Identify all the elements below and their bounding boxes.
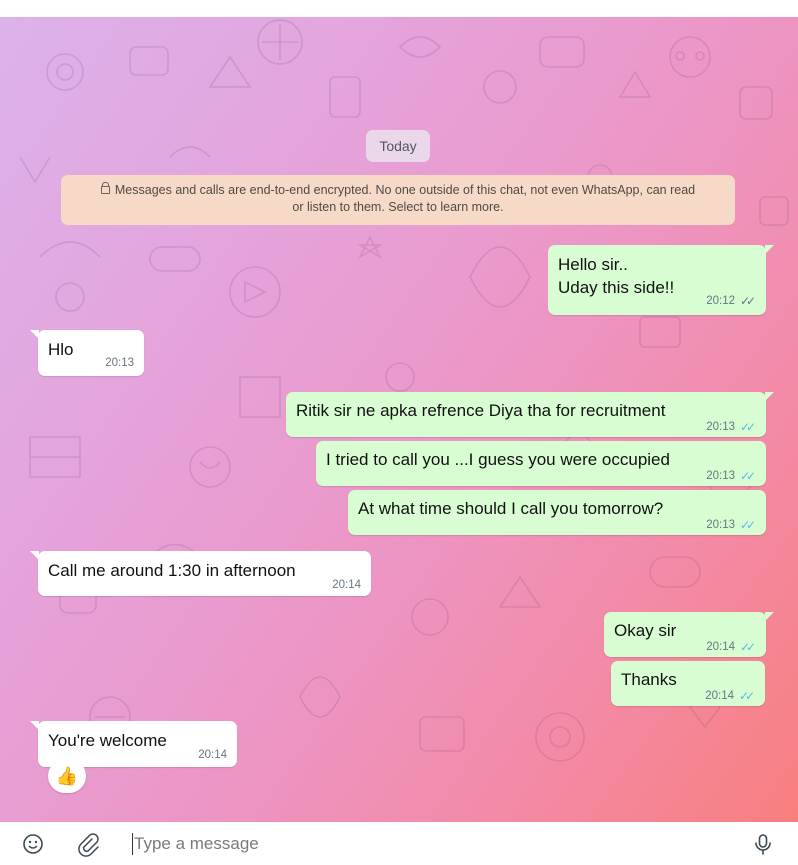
- message-composer: Type a message: [0, 822, 798, 865]
- message-line: Ritik sir ne apka refrence Diya tha for …: [296, 401, 666, 420]
- message-text: You're welcome: [48, 729, 167, 752]
- message-line: Thanks: [621, 670, 677, 689]
- outgoing-message[interactable]: I tried to call you ...I guess you were …: [316, 441, 766, 486]
- message-line: Uday this side!!: [558, 278, 675, 297]
- message-time: 20:13: [706, 421, 735, 433]
- paperclip-icon[interactable]: [75, 831, 101, 857]
- message-time: 20:14: [706, 641, 735, 653]
- encryption-notice[interactable]: Messages and calls are end-to-end encryp…: [61, 175, 735, 225]
- message-meta: 20:13 ✓✓: [706, 420, 756, 434]
- message-text: Ritik sir ne apka refrence Diya tha for …: [296, 399, 665, 422]
- message-text: Hlo: [48, 338, 74, 361]
- message-line: Hlo: [48, 340, 74, 359]
- message-meta: 20:13 ✓✓: [706, 469, 756, 483]
- message-line: You're welcome: [48, 731, 167, 750]
- text-caret: [132, 833, 133, 855]
- message-time: 20:14: [332, 579, 361, 591]
- message-text: I tried to call you ...I guess you were …: [326, 448, 670, 471]
- chat-area[interactable]: Today Messages and calls are end-to-end …: [0, 17, 798, 822]
- thumbs-up-reaction[interactable]: 👍: [48, 759, 86, 793]
- date-separator-label: Today: [379, 138, 417, 154]
- message-time: 20:14: [198, 749, 227, 761]
- message-meta: 20:13: [105, 357, 134, 369]
- microphone-icon[interactable]: [750, 831, 776, 857]
- message-text: At what time should I call you tomorrow?: [358, 497, 663, 520]
- reaction-emoji: 👍: [55, 766, 79, 786]
- message-meta: 20:14 ✓✓: [706, 640, 756, 654]
- read-tick-icon: ✓✓: [740, 469, 756, 483]
- message-input[interactable]: Type a message: [132, 830, 712, 858]
- read-tick-icon: ✓✓: [740, 518, 756, 532]
- message-text: Okay sir: [614, 619, 676, 642]
- outgoing-message[interactable]: Okay sir 20:14 ✓✓: [604, 612, 774, 657]
- message-time: 20:13: [706, 470, 735, 482]
- message-line: At what time should I call you tomorrow?: [358, 499, 664, 518]
- message-time: 20:12: [706, 295, 735, 307]
- lock-icon: [100, 182, 110, 194]
- date-separator: Today: [366, 130, 430, 162]
- read-tick-icon: ✓✓: [740, 640, 756, 654]
- message-line: Call me around 1:30 in afternoon: [48, 561, 296, 580]
- message-text: Hello sir.. Uday this side!!: [558, 253, 674, 299]
- message-time: 20:14: [705, 690, 734, 702]
- emoji-icon[interactable]: [20, 831, 46, 857]
- message-text: Thanks: [621, 668, 677, 691]
- message-line: Hello sir..: [558, 255, 628, 274]
- message-time: 20:13: [105, 357, 134, 369]
- read-tick-icon: ✓✓: [739, 689, 755, 703]
- message-text: Call me around 1:30 in afternoon: [48, 559, 296, 582]
- encryption-notice-line1: Messages and calls are end-to-end encryp…: [114, 183, 696, 197]
- message-input-placeholder: Type a message: [134, 834, 259, 853]
- message-meta: 20:14: [198, 749, 227, 761]
- outgoing-message[interactable]: Ritik sir ne apka refrence Diya tha for …: [286, 392, 774, 437]
- read-tick-icon: ✓✓: [740, 420, 756, 434]
- outgoing-message[interactable]: At what time should I call you tomorrow?…: [348, 490, 766, 535]
- top-bar: [0, 0, 798, 18]
- message-line: I tried to call you ...I guess you were …: [326, 450, 670, 469]
- encryption-notice-line2: or listen to them. Select to learn more.: [292, 200, 504, 214]
- message-meta: 20:13 ✓✓: [706, 518, 756, 532]
- delivered-tick-icon: ✓✓: [740, 294, 756, 308]
- message-meta: 20:14 ✓✓: [705, 689, 755, 703]
- outgoing-message[interactable]: Hello sir.. Uday this side!! 20:12 ✓✓: [548, 245, 774, 315]
- outgoing-message[interactable]: Thanks 20:14 ✓✓: [611, 661, 765, 706]
- message-time: 20:13: [706, 519, 735, 531]
- message-line: Okay sir: [614, 621, 677, 640]
- incoming-message[interactable]: Hlo 20:13: [30, 330, 144, 376]
- incoming-message[interactable]: Call me around 1:30 in afternoon 20:14: [30, 551, 371, 596]
- message-meta: 20:14: [332, 579, 361, 591]
- message-meta: 20:12 ✓✓: [706, 294, 756, 308]
